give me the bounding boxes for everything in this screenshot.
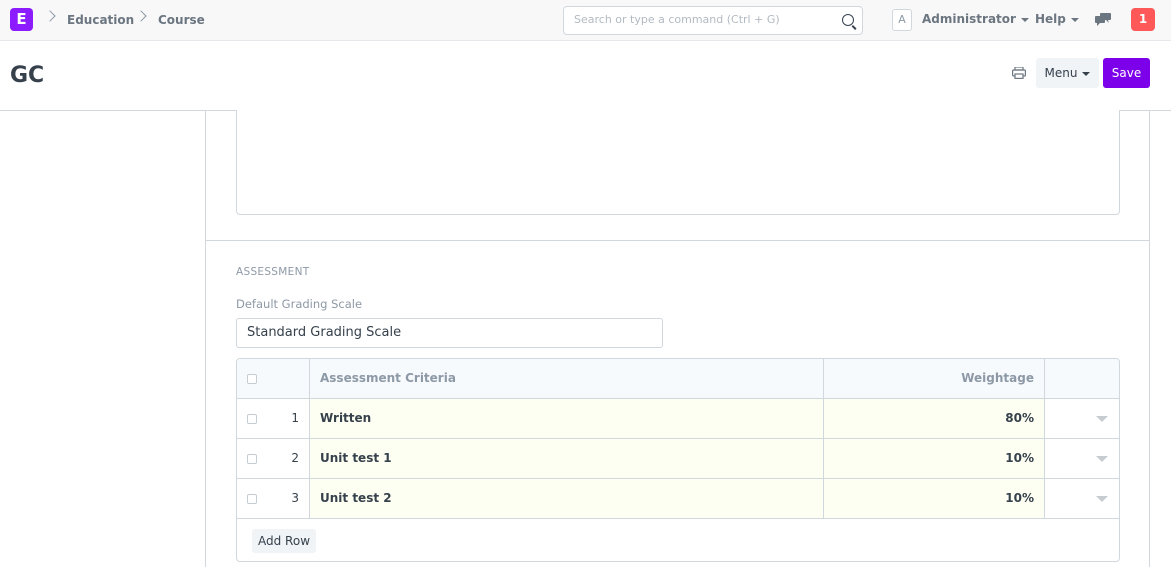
chevron-right-icon [135,10,147,22]
caret-down-icon[interactable] [1096,496,1108,502]
breadcrumb-course[interactable]: Course [158,13,205,27]
header-action-cell [1045,359,1119,398]
grading-scale-label: Default Grading Scale [236,297,363,311]
caret-down-icon[interactable] [1096,456,1108,462]
row-index: 3 [291,491,299,505]
awesome-bar[interactable] [563,6,863,35]
header-weightage: Weightage [961,371,1034,385]
page-title: GC [10,63,45,88]
row-checkbox[interactable] [247,494,257,504]
row-check-cell: 1 [237,399,310,438]
chat-icon[interactable] [1095,13,1111,27]
section-divider [206,240,1149,241]
caret-down-icon [1082,71,1091,76]
header-criteria: Assessment Criteria [320,371,456,385]
description-textarea[interactable] [236,110,1120,215]
row-checkbox[interactable] [247,454,257,464]
help-dropdown[interactable]: Help [1035,12,1079,26]
criteria-cell[interactable]: Unit test 2 [310,479,824,518]
row-index: 1 [291,411,299,425]
assessment-criteria-table: Assessment Criteria Weightage 1 Written … [236,358,1120,562]
user-label: Administrator [922,12,1016,26]
criteria-value: Unit test 1 [320,451,392,465]
row-action-cell[interactable] [1045,479,1119,518]
table-row[interactable]: 1 Written 80% [237,399,1119,439]
section-title: ASSESSMENT [236,266,310,278]
criteria-cell[interactable]: Written [310,399,824,438]
caret-down-icon [1070,17,1079,22]
form-body: ASSESSMENT Default Grading Scale Standar… [205,110,1150,567]
weightage-cell[interactable]: 80% [824,399,1045,438]
header-check-cell [237,359,310,398]
table-row[interactable]: 2 Unit test 1 10% [237,439,1119,479]
print-icon[interactable] [1012,67,1026,79]
avatar[interactable]: A [892,9,912,31]
weightage-value: 10% [1005,491,1034,505]
row-action-cell[interactable] [1045,439,1119,478]
table-row[interactable]: 3 Unit test 2 10% [237,479,1119,519]
criteria-value: Unit test 2 [320,491,392,505]
help-label: Help [1035,12,1066,26]
menu-button[interactable]: Menu [1036,58,1099,88]
weightage-cell[interactable]: 10% [824,439,1045,478]
breadcrumb-education[interactable]: Education [67,13,134,27]
navbar: E Education Course A Administrator Help … [0,0,1171,41]
user-dropdown[interactable]: Administrator [922,12,1029,26]
add-row-button[interactable]: Add Row [252,529,317,553]
row-check-cell: 3 [237,479,310,518]
caret-down-icon [1020,17,1029,22]
notification-badge[interactable]: 1 [1131,8,1155,31]
caret-down-icon[interactable] [1096,416,1108,422]
search-icon[interactable] [842,14,854,26]
grading-scale-field[interactable]: Standard Grading Scale [236,318,663,348]
page-head: GC Menu Save [0,41,1171,111]
criteria-value: Written [320,411,372,425]
weightage-value: 10% [1005,451,1034,465]
save-button[interactable]: Save [1103,58,1150,88]
chevron-right-icon [44,10,56,22]
search-input[interactable] [574,13,834,26]
criteria-cell[interactable]: Unit test 1 [310,439,824,478]
row-check-cell: 2 [237,439,310,478]
select-all-checkbox[interactable] [247,374,257,384]
app-logo[interactable]: E [10,8,33,31]
header-criteria-cell: Assessment Criteria [310,359,824,398]
weightage-cell[interactable]: 10% [824,479,1045,518]
menu-label: Menu [1044,66,1078,80]
header-weightage-cell: Weightage [824,359,1045,398]
row-action-cell[interactable] [1045,399,1119,438]
weightage-value: 80% [1005,411,1034,425]
row-index: 2 [291,451,299,465]
row-checkbox[interactable] [247,414,257,424]
table-header: Assessment Criteria Weightage [237,359,1119,399]
